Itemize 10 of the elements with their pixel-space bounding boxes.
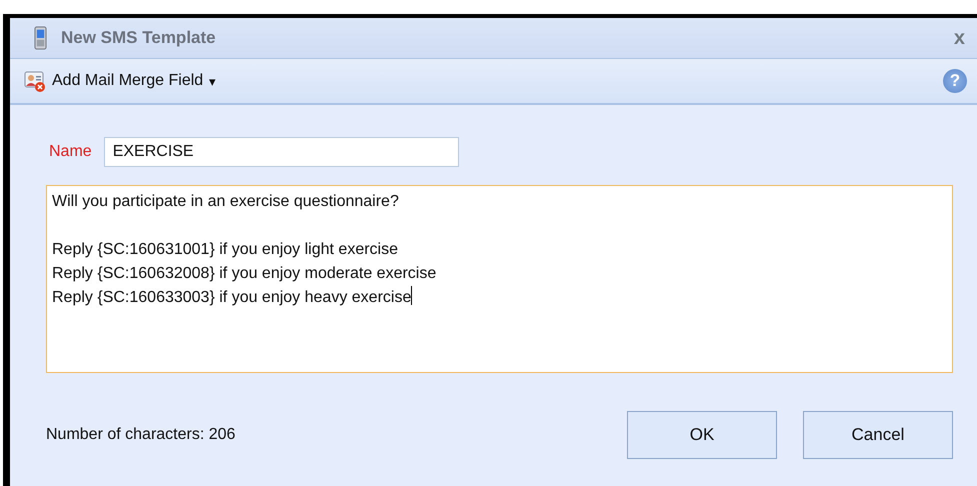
phone-icon (34, 26, 47, 50)
window-title: New SMS Template (61, 28, 217, 48)
message-field[interactable]: Will you participate in an exercise questionnaire? Reply {SC:160631001} if you enjoy light exercise Reply {SC:160632008} if you enjoy moderate exercise Reply {SC:160633003} if you enjoy heavy exercise (46, 185, 953, 373)
add-mail-merge-field-menu[interactable]: Add Mail Merge Field ▾ (24, 70, 943, 92)
name-label: Name (49, 143, 92, 161)
character-count: Number of characters: 206 (46, 426, 236, 444)
cancel-button[interactable]: Cancel (803, 411, 953, 459)
contact-card-icon (24, 70, 46, 92)
ok-button[interactable]: OK (627, 411, 777, 459)
name-field[interactable]: EXERCISE (104, 137, 459, 167)
